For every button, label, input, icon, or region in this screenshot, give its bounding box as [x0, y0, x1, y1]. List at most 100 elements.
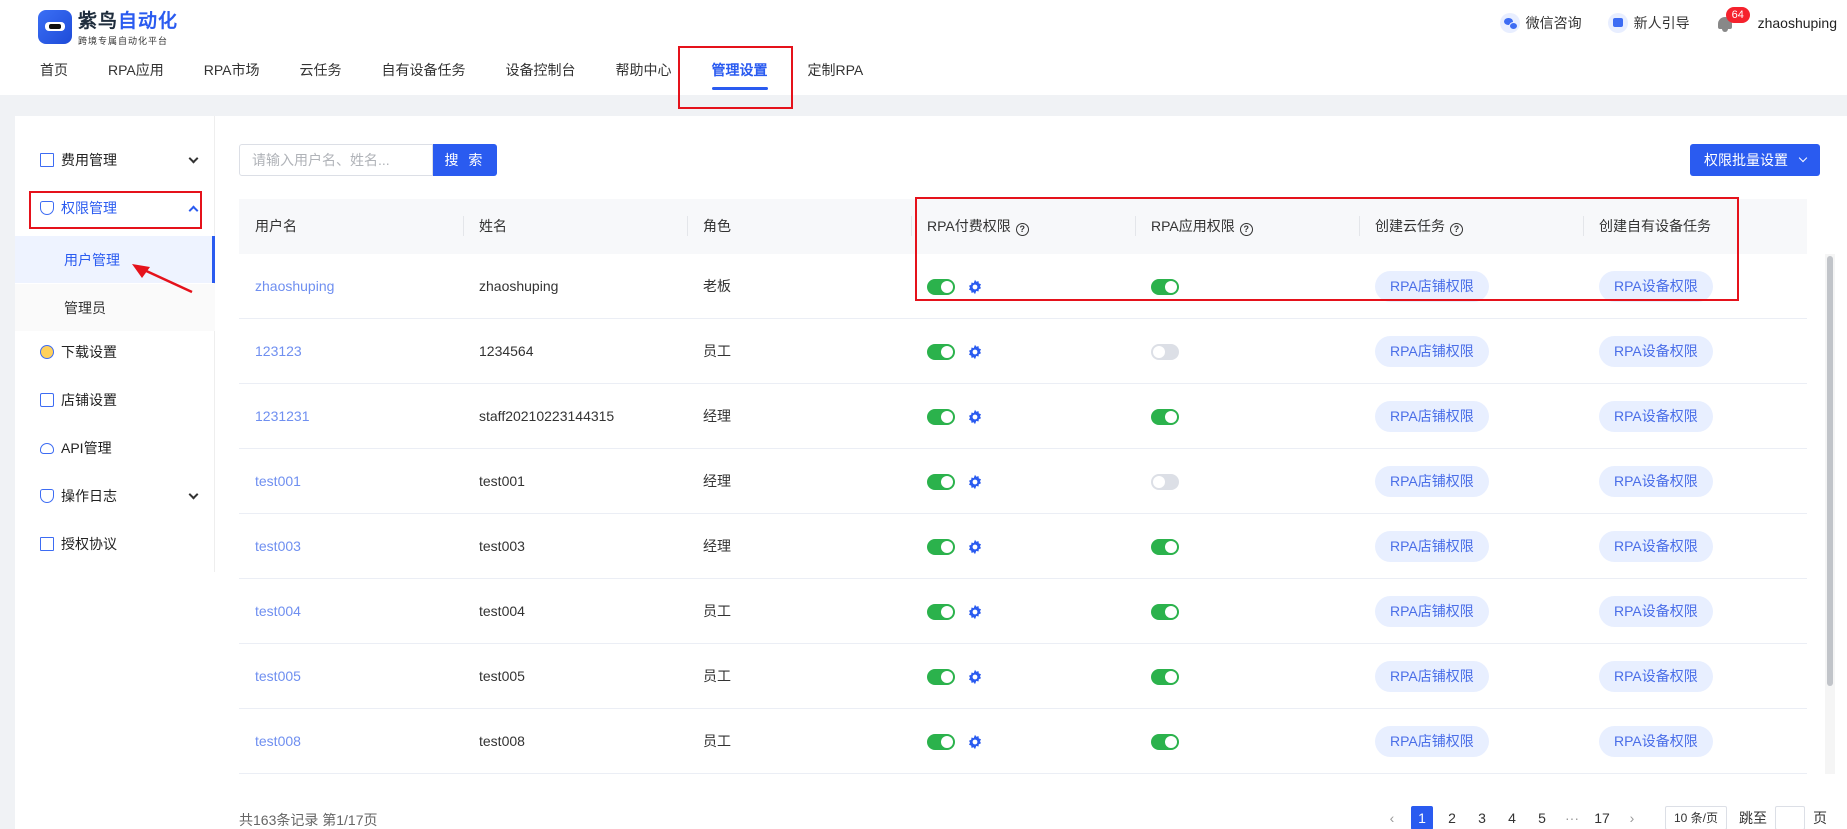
- device-permission-button[interactable]: RPA设备权限: [1599, 466, 1713, 497]
- store-permission-button[interactable]: RPA店铺权限: [1375, 726, 1489, 757]
- brand-logo[interactable]: 紫鸟自动化 跨境专属自动化平台: [38, 6, 178, 47]
- table-scrollbar-thumb[interactable]: [1827, 256, 1833, 686]
- nav-device-tasks[interactable]: 自有设备任务: [382, 52, 466, 95]
- app-permission-toggle[interactable]: [1151, 474, 1179, 490]
- shield-icon: [40, 201, 54, 215]
- username-link[interactable]: 1231231: [255, 384, 310, 449]
- device-permission-button[interactable]: RPA设备权限: [1599, 401, 1713, 432]
- app-permission-toggle[interactable]: [1151, 669, 1179, 685]
- app-permission-toggle[interactable]: [1151, 734, 1179, 750]
- page-1-button[interactable]: 1: [1411, 806, 1433, 829]
- search-input[interactable]: [239, 144, 433, 176]
- store-permission-button[interactable]: RPA店铺权限: [1375, 466, 1489, 497]
- paid-permission-toggle[interactable]: [927, 474, 955, 490]
- username-link[interactable]: test001: [255, 449, 301, 514]
- pagination-ellipsis[interactable]: ···: [1561, 806, 1583, 829]
- table-row: zhaoshuping zhaoshuping 老板 RPA店铺权限 RPA设备权限: [239, 254, 1807, 319]
- wechat-consult-link[interactable]: 微信咨询: [1499, 13, 1582, 33]
- paid-permission-toggle[interactable]: [927, 669, 955, 685]
- batch-permission-button[interactable]: 权限批量设置: [1690, 144, 1820, 176]
- table-row: 1231231 staff20210223144315 经理 RPA店铺权限 RPA设备…: [239, 384, 1807, 449]
- device-permission-button[interactable]: RPA设备权限: [1599, 336, 1713, 367]
- sidebar-item-permission[interactable]: 权限管理: [15, 188, 215, 228]
- device-permission-button[interactable]: RPA设备权限: [1599, 531, 1713, 562]
- device-permission-button[interactable]: RPA设备权限: [1599, 726, 1713, 757]
- name-cell: staff20210223144315: [479, 408, 615, 424]
- page-2-button[interactable]: 2: [1441, 806, 1463, 829]
- help-icon[interactable]: ?: [1015, 223, 1029, 236]
- gear-icon[interactable]: [967, 474, 983, 490]
- gear-icon[interactable]: [967, 734, 983, 750]
- username-link[interactable]: zhaoshuping: [255, 254, 334, 319]
- store-permission-button[interactable]: RPA店铺权限: [1375, 271, 1489, 302]
- gear-icon[interactable]: [967, 409, 983, 425]
- document-icon: [40, 537, 54, 551]
- nav-custom-rpa[interactable]: 定制RPA: [808, 52, 864, 95]
- nav-device-console[interactable]: 设备控制台: [506, 52, 576, 95]
- store-permission-button[interactable]: RPA店铺权限: [1375, 531, 1489, 562]
- username-link[interactable]: test004: [255, 579, 301, 644]
- paid-permission-toggle[interactable]: [927, 279, 955, 295]
- nav-help-center[interactable]: 帮助中心: [616, 52, 672, 95]
- gear-icon[interactable]: [967, 539, 983, 555]
- sidebar-item-license[interactable]: 授权协议: [15, 524, 215, 564]
- paid-permission-toggle[interactable]: [927, 734, 955, 750]
- notification-bell[interactable]: 64: [1716, 7, 1750, 33]
- store-permission-button[interactable]: RPA店铺权限: [1375, 596, 1489, 627]
- user-menu[interactable]: zhaoshuping: [1758, 15, 1837, 31]
- paid-permission-toggle[interactable]: [927, 409, 955, 425]
- role-cell: 员工: [703, 603, 731, 619]
- sidebar-item-oplog[interactable]: 操作日志: [15, 476, 215, 516]
- sidebar-item-fee[interactable]: 费用管理: [15, 140, 215, 180]
- cloud-icon: [40, 442, 54, 454]
- gear-icon[interactable]: [967, 669, 983, 685]
- nav-rpa-market[interactable]: RPA市场: [204, 52, 260, 95]
- app-permission-toggle[interactable]: [1151, 279, 1179, 295]
- page-4-button[interactable]: 4: [1501, 806, 1523, 829]
- help-icon[interactable]: ?: [1450, 223, 1463, 236]
- sidebar-item-api[interactable]: API管理: [15, 428, 215, 468]
- gear-icon[interactable]: [967, 604, 983, 620]
- top-header: 紫鸟自动化 跨境专属自动化平台 微信咨询 新人引导 64 zhaoshuping…: [0, 0, 1847, 95]
- gear-icon[interactable]: [967, 344, 983, 360]
- app-permission-toggle[interactable]: [1151, 604, 1179, 620]
- help-icon[interactable]: ?: [1239, 223, 1253, 236]
- app-permission-toggle[interactable]: [1151, 344, 1179, 360]
- page-last[interactable]: 17: [1591, 806, 1613, 829]
- logo-icon: [38, 9, 72, 44]
- store-permission-button[interactable]: RPA店铺权限: [1375, 661, 1489, 692]
- store-permission-button[interactable]: RPA店铺权限: [1375, 401, 1489, 432]
- nav-home[interactable]: 首页: [40, 52, 68, 95]
- nav-cloud-tasks[interactable]: 云任务: [300, 52, 342, 95]
- sidebar-item-download[interactable]: 下载设置: [15, 332, 215, 372]
- annotation-arrow-icon: [132, 264, 193, 294]
- jump-page-input[interactable]: [1775, 806, 1806, 829]
- app-permission-toggle[interactable]: [1151, 539, 1179, 555]
- nav-admin-settings[interactable]: 管理设置: [711, 52, 768, 95]
- page-size-select[interactable]: 10 条/页: [1665, 806, 1728, 829]
- paid-permission-toggle[interactable]: [927, 604, 955, 620]
- app-permission-toggle[interactable]: [1151, 409, 1179, 425]
- username-link[interactable]: test008: [255, 709, 301, 774]
- prev-page-button[interactable]: ‹: [1381, 806, 1403, 829]
- name-cell: test004: [479, 603, 525, 619]
- name-cell: test008: [479, 733, 525, 749]
- paid-permission-toggle[interactable]: [927, 539, 955, 555]
- nav-rpa-apps[interactable]: RPA应用: [108, 52, 164, 95]
- paid-permission-toggle[interactable]: [927, 344, 955, 360]
- store-permission-button[interactable]: RPA店铺权限: [1375, 336, 1489, 367]
- username-link[interactable]: test003: [255, 514, 301, 579]
- username-link[interactable]: 123123: [255, 319, 302, 384]
- search-button[interactable]: 搜 索: [433, 144, 497, 176]
- device-permission-button[interactable]: RPA设备权限: [1599, 596, 1713, 627]
- gear-icon[interactable]: [967, 279, 983, 295]
- device-permission-button[interactable]: RPA设备权限: [1599, 271, 1713, 302]
- username-link[interactable]: test005: [255, 644, 301, 709]
- sidebar-item-store[interactable]: 店铺设置: [15, 380, 215, 420]
- guide-icon: [1607, 13, 1628, 33]
- next-page-button[interactable]: ›: [1621, 806, 1643, 829]
- device-permission-button[interactable]: RPA设备权限: [1599, 661, 1713, 692]
- page-5-button[interactable]: 5: [1531, 806, 1553, 829]
- newbie-guide-link[interactable]: 新人引导: [1607, 13, 1690, 33]
- page-3-button[interactable]: 3: [1471, 806, 1493, 829]
